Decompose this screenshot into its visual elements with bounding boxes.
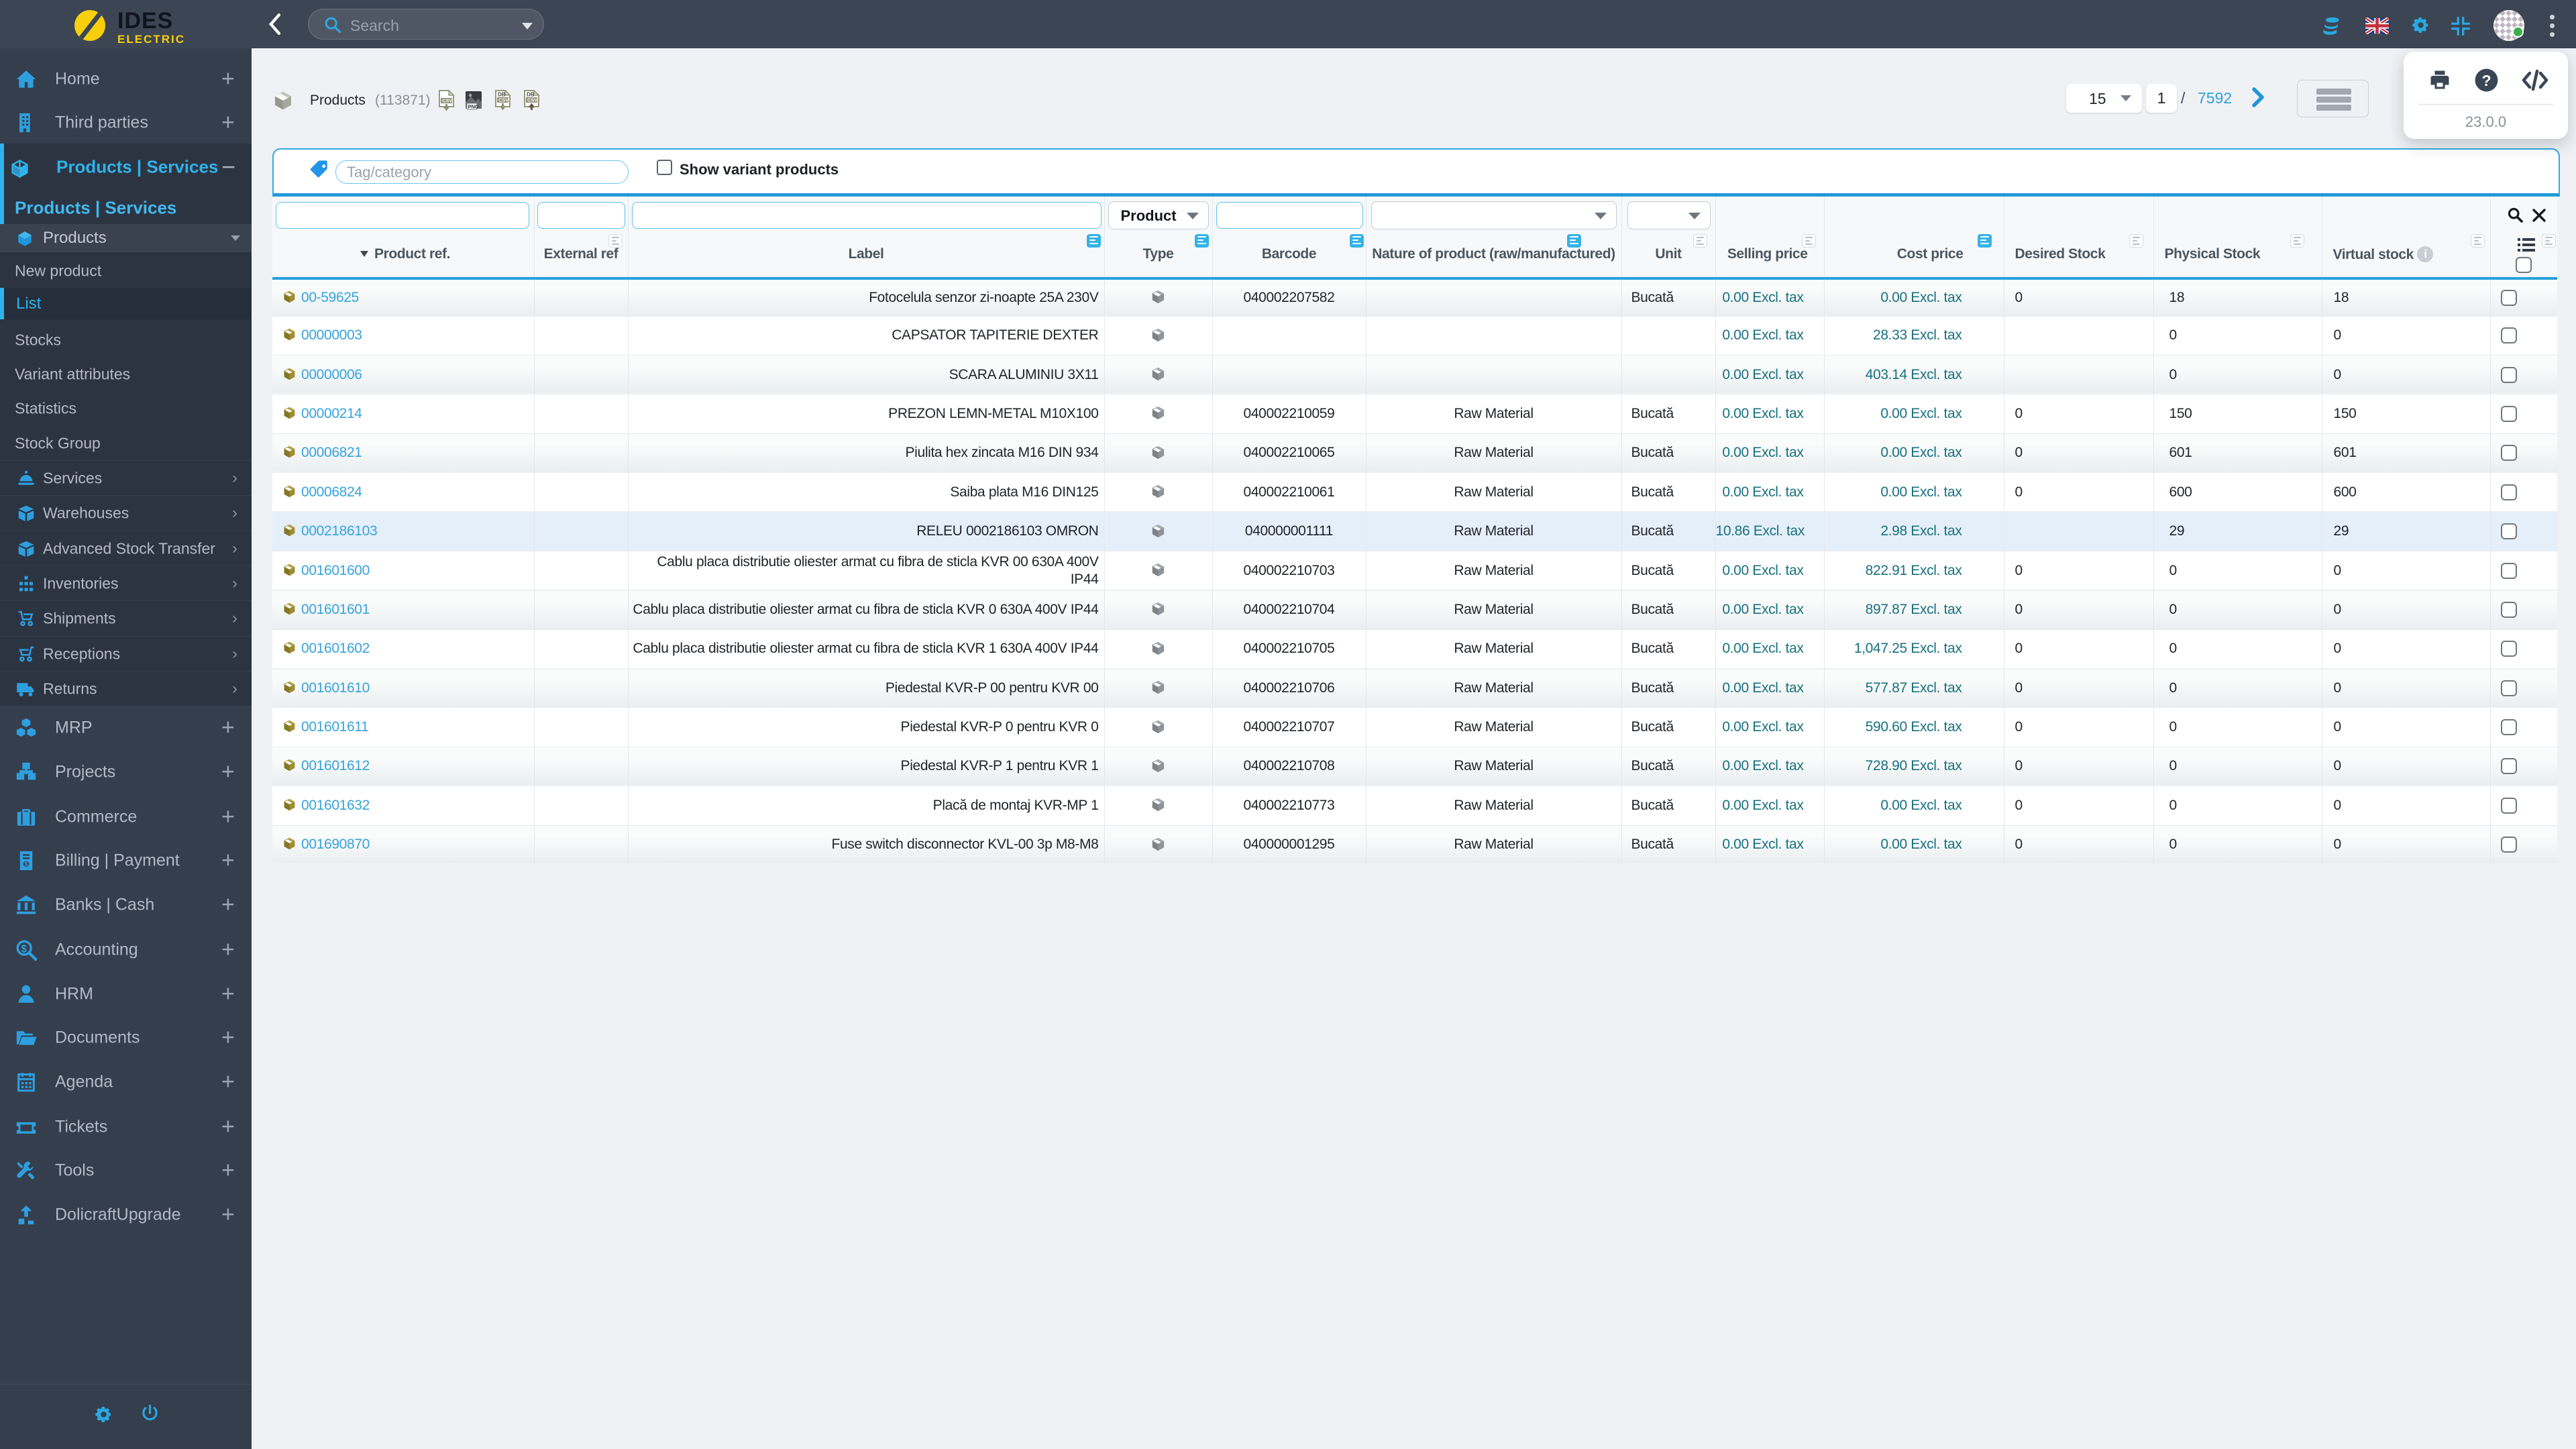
svg-text:CSV: CSV <box>442 98 452 104</box>
svg-text:CSV: CSV <box>498 97 508 103</box>
svg-text:?: ? <box>2481 72 2491 89</box>
svg-text:$: $ <box>24 861 28 867</box>
svg-text:$: $ <box>21 943 27 955</box>
svg-text:PNG: PNG <box>468 103 479 109</box>
svg-text:CSV: CSV <box>527 97 537 103</box>
